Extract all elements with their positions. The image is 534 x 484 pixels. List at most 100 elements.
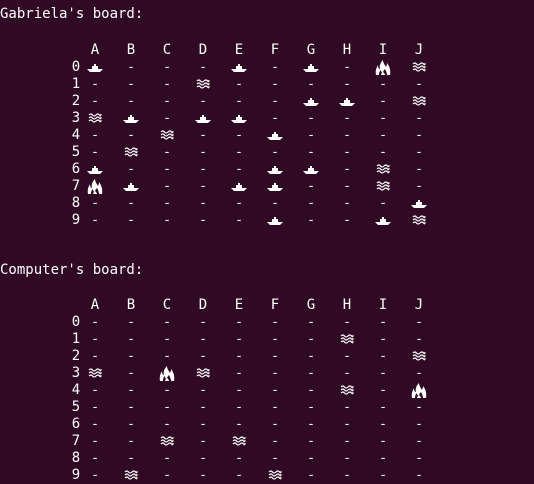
empty-cell: - xyxy=(343,128,351,143)
empty-cell: - xyxy=(343,434,351,449)
empty-cell: - xyxy=(127,400,135,415)
empty-cell: - xyxy=(127,77,135,92)
ship-icon xyxy=(301,59,321,76)
water-waves-icon xyxy=(193,365,213,382)
empty-cell: - xyxy=(379,315,387,330)
empty-cell: - xyxy=(415,128,423,143)
empty-cell: - xyxy=(307,315,315,330)
empty-cell: - xyxy=(307,434,315,449)
empty-cell: - xyxy=(163,451,171,466)
column-header-b: B xyxy=(126,42,136,58)
empty-cell: - xyxy=(163,94,171,109)
column-header-h: H xyxy=(342,42,352,58)
empty-cell: - xyxy=(199,400,207,415)
empty-cell: - xyxy=(271,77,279,92)
empty-cell: - xyxy=(199,145,207,160)
column-header-c: C xyxy=(162,42,172,58)
empty-cell: - xyxy=(379,332,387,347)
row-label-3: 3 xyxy=(71,110,81,126)
empty-cell: - xyxy=(379,417,387,432)
empty-cell: - xyxy=(379,349,387,364)
empty-cell: - xyxy=(307,179,315,194)
column-header-f: F xyxy=(270,42,280,58)
empty-cell: - xyxy=(91,400,99,415)
empty-cell: - xyxy=(199,60,207,75)
empty-cell: - xyxy=(343,400,351,415)
empty-cell: - xyxy=(127,434,135,449)
row-label-0: 0 xyxy=(71,59,81,75)
empty-cell: - xyxy=(343,366,351,381)
empty-cell: - xyxy=(163,196,171,211)
empty-cell: - xyxy=(91,332,99,347)
empty-cell: - xyxy=(91,213,99,228)
empty-cell: - xyxy=(235,145,243,160)
water-waves-icon xyxy=(409,212,429,229)
empty-cell: - xyxy=(271,315,279,330)
ship-icon xyxy=(121,110,141,127)
empty-cell: - xyxy=(235,383,243,398)
column-header-e: E xyxy=(234,42,244,58)
empty-cell: - xyxy=(379,400,387,415)
empty-cell: - xyxy=(379,468,387,483)
column-header-d: D xyxy=(198,297,208,313)
ship-icon xyxy=(193,110,213,127)
empty-cell: - xyxy=(235,332,243,347)
water-waves-icon xyxy=(85,110,105,127)
water-waves-icon xyxy=(157,127,177,144)
empty-cell: - xyxy=(199,128,207,143)
row-label-1: 1 xyxy=(71,76,81,92)
empty-cell: - xyxy=(379,94,387,109)
empty-cell: - xyxy=(163,315,171,330)
water-waves-icon xyxy=(337,382,357,399)
ship-icon xyxy=(229,178,249,195)
empty-cell: - xyxy=(271,111,279,126)
water-waves-icon xyxy=(121,144,141,161)
empty-cell: - xyxy=(415,417,423,432)
empty-cell: - xyxy=(235,213,243,228)
water-waves-icon xyxy=(373,178,393,195)
empty-cell: - xyxy=(127,383,135,398)
fire-icon xyxy=(85,178,105,195)
empty-cell: - xyxy=(343,451,351,466)
row-label-8: 8 xyxy=(71,195,81,211)
empty-cell: - xyxy=(343,179,351,194)
row-label-4: 4 xyxy=(71,127,81,143)
row-label-3: 3 xyxy=(71,365,81,381)
empty-cell: - xyxy=(415,179,423,194)
empty-cell: - xyxy=(91,468,99,483)
empty-cell: - xyxy=(199,332,207,347)
empty-cell: - xyxy=(307,468,315,483)
row-label-5: 5 xyxy=(71,144,81,160)
empty-cell: - xyxy=(163,383,171,398)
empty-cell: - xyxy=(127,332,135,347)
column-header-f: F xyxy=(270,297,280,313)
empty-cell: - xyxy=(307,383,315,398)
empty-cell: - xyxy=(271,451,279,466)
empty-cell: - xyxy=(379,434,387,449)
row-label-4: 4 xyxy=(71,382,81,398)
empty-cell: - xyxy=(127,417,135,432)
empty-cell: - xyxy=(343,349,351,364)
empty-cell: - xyxy=(307,145,315,160)
fire-icon xyxy=(157,365,177,382)
empty-cell: - xyxy=(379,366,387,381)
column-header-a: A xyxy=(90,42,100,58)
board-title-computer: Computer's board: xyxy=(0,262,144,278)
column-header-e: E xyxy=(234,297,244,313)
empty-cell: - xyxy=(379,451,387,466)
empty-cell: - xyxy=(91,128,99,143)
empty-cell: - xyxy=(343,162,351,177)
empty-cell: - xyxy=(235,162,243,177)
empty-cell: - xyxy=(271,60,279,75)
empty-cell: - xyxy=(307,77,315,92)
empty-cell: - xyxy=(307,332,315,347)
ship-icon xyxy=(229,110,249,127)
empty-cell: - xyxy=(127,128,135,143)
empty-cell: - xyxy=(379,196,387,211)
row-label-2: 2 xyxy=(71,348,81,364)
empty-cell: - xyxy=(163,111,171,126)
empty-cell: - xyxy=(199,451,207,466)
empty-cell: - xyxy=(127,451,135,466)
empty-cell: - xyxy=(91,383,99,398)
empty-cell: - xyxy=(163,468,171,483)
